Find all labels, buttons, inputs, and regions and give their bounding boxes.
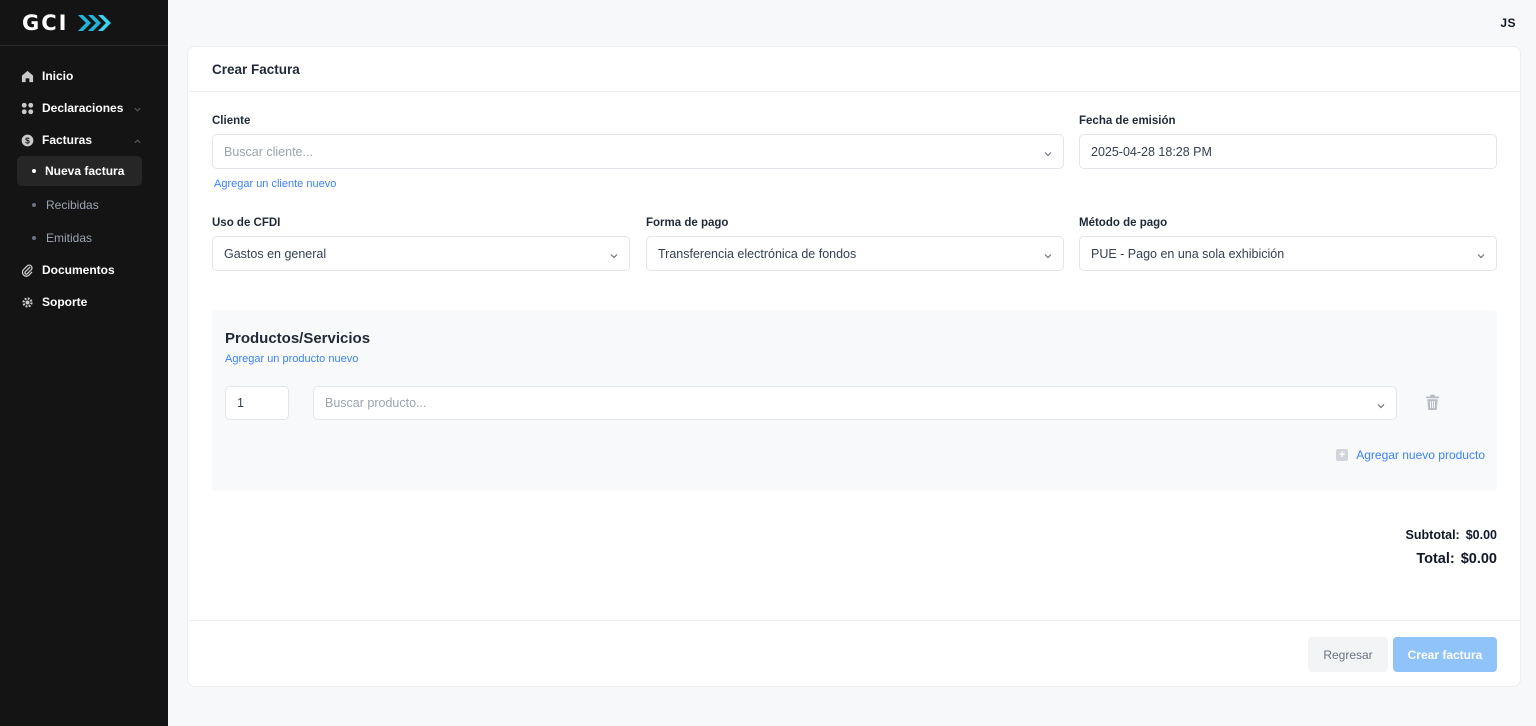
logo-arrows-icon (76, 13, 112, 33)
dollar-icon: $ (20, 133, 34, 147)
add-client-link[interactable]: Agregar un cliente nuevo (214, 178, 336, 190)
sidebar-subitem-nueva-factura[interactable]: Nueva factura (17, 156, 142, 186)
gear-icon (20, 295, 34, 309)
metodo-pago-value: PUE - Pago en una sola exhibición (1091, 246, 1285, 261)
metodo-pago-select[interactable]: PUE - Pago en una sola exhibición (1079, 236, 1497, 271)
subtotal: Subtotal: $0.00 (1406, 528, 1497, 542)
cliente-placeholder: Buscar cliente... (224, 144, 313, 159)
user-avatar[interactable]: JS (1500, 16, 1516, 30)
chevron-down-icon (1043, 148, 1053, 158)
add-product-row-button[interactable]: + Agregar nuevo producto (1336, 448, 1485, 462)
home-icon (20, 69, 34, 83)
footer-divider (188, 620, 1520, 621)
quantity-value: 1 (237, 396, 244, 410)
bullet-icon (32, 202, 36, 207)
sidebar-subitem-label: Emitidas (46, 230, 93, 245)
sidebar-item-facturas[interactable]: $ Facturas (0, 124, 168, 156)
sidebar-item-label: Inicio (42, 69, 74, 83)
bullet-icon (32, 235, 36, 240)
sidebar-item-inicio[interactable]: Inicio (0, 60, 168, 92)
sidebar-subitem-emitidas[interactable]: Emitidas (0, 221, 168, 254)
sidebar-item-declaraciones[interactable]: Declaraciones (0, 92, 168, 124)
cliente-select[interactable]: Buscar cliente... (212, 134, 1064, 169)
forma-pago-select[interactable]: Transferencia electrónica de fondos (646, 236, 1064, 271)
sidebar-item-label: Documentos (42, 263, 115, 277)
sidebar-nav: Inicio Declaraciones $ Facturas Nueva fa… (0, 46, 168, 318)
uso-cfdi-select[interactable]: Gastos en general (212, 236, 630, 271)
chevron-down-icon (1043, 250, 1053, 260)
uso-cfdi-label: Uso de CFDI (212, 217, 281, 229)
invoice-card: Crear Factura Cliente Buscar cliente... … (187, 46, 1521, 687)
product-search-placeholder: Buscar producto... (325, 396, 427, 410)
products-section: Productos/Servicios Agregar un producto … (212, 310, 1497, 491)
fecha-input[interactable]: 2025-04-28 18:28 PM (1079, 134, 1497, 169)
chevron-up-icon (133, 135, 142, 144)
grid-icon (20, 101, 34, 115)
svg-text:$: $ (25, 135, 30, 145)
trash-icon[interactable] (1425, 394, 1441, 411)
total: Total: $0.00 (1416, 551, 1497, 567)
page-title: Crear Factura (188, 47, 1520, 92)
cliente-label: Cliente (212, 115, 251, 127)
sidebar-subitem-recibidas[interactable]: Recibidas (0, 188, 168, 221)
total-value: $0.00 (1460, 551, 1497, 567)
sidebar-item-label: Declaraciones (42, 101, 124, 115)
forma-pago-value: Transferencia electrónica de fondos (658, 246, 857, 261)
subtotal-label: Subtotal: (1405, 528, 1460, 542)
fecha-value: 2025-04-28 18:28 PM (1091, 144, 1212, 159)
subtotal-value: $0.00 (1465, 528, 1497, 542)
sidebar-item-soporte[interactable]: Soporte (0, 286, 168, 318)
sidebar-item-label: Facturas (42, 133, 93, 147)
paperclip-icon (20, 263, 34, 277)
plus-icon: + (1336, 449, 1349, 461)
chevron-down-icon (1376, 400, 1386, 410)
logo[interactable]: GCI (0, 0, 168, 46)
fecha-label: Fecha de emisión (1079, 115, 1176, 127)
quantity-input[interactable]: 1 (225, 386, 289, 420)
chevron-down-icon (1476, 250, 1486, 260)
uso-cfdi-value: Gastos en general (224, 246, 327, 261)
chevron-down-icon (133, 103, 142, 112)
sidebar: GCI Inicio Declaraciones $ Facturas Nuev… (0, 0, 168, 726)
add-product-link[interactable]: Agregar un producto nuevo (225, 353, 358, 365)
total-label: Total: (1416, 551, 1455, 567)
logo-text: GCI (22, 10, 69, 35)
product-search-select[interactable]: Buscar producto... (313, 386, 1397, 420)
add-product-row-label: Agregar nuevo producto (1356, 448, 1485, 462)
sidebar-subitem-label: Recibidas (46, 197, 99, 212)
sidebar-item-documentos[interactable]: Documentos (0, 254, 168, 286)
back-button[interactable]: Regresar (1308, 637, 1388, 672)
forma-pago-label: Forma de pago (646, 217, 729, 229)
metodo-pago-label: Método de pago (1079, 217, 1168, 229)
sidebar-item-label: Soporte (42, 295, 88, 309)
products-title: Productos/Servicios (225, 330, 371, 347)
chevron-down-icon (609, 250, 619, 260)
create-invoice-button[interactable]: Crear factura (1393, 637, 1497, 672)
